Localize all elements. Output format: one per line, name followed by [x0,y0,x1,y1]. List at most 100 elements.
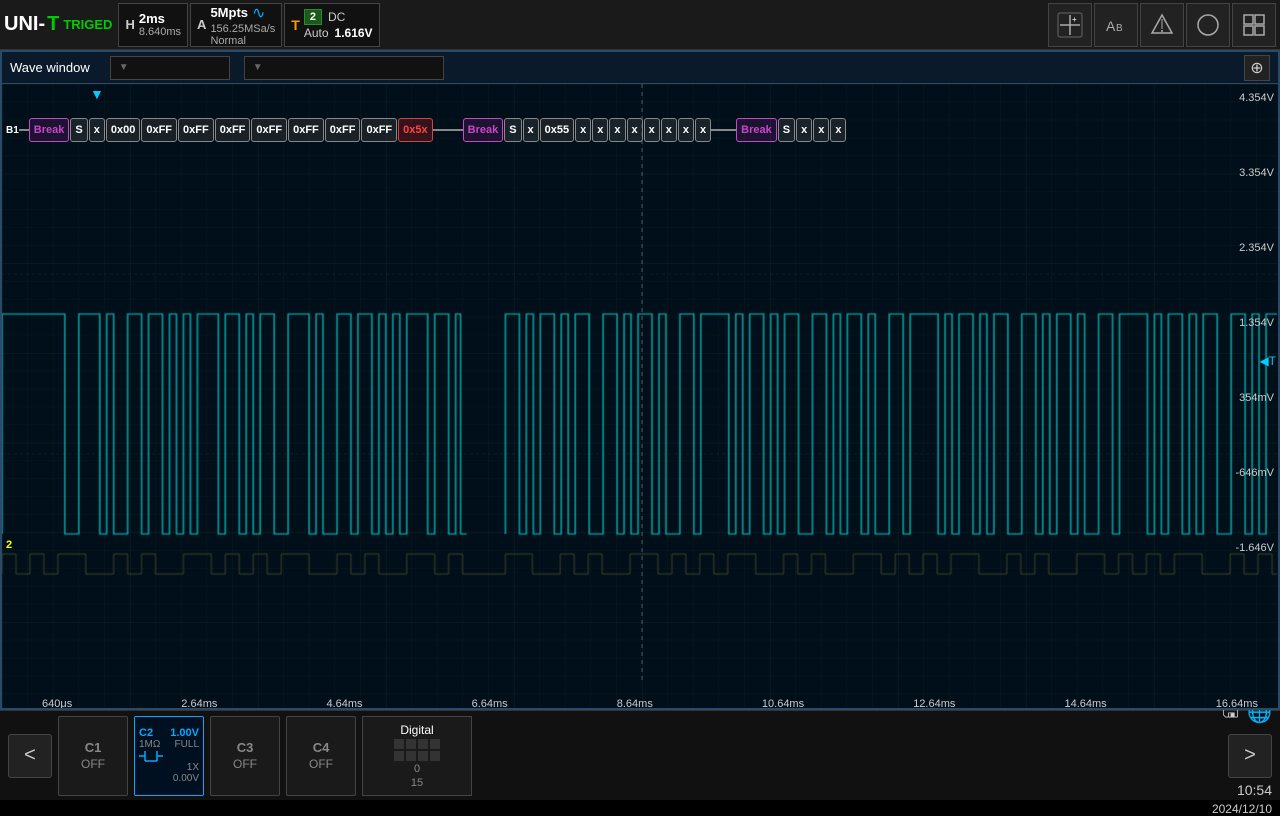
h-time: 2ms [139,11,181,26]
digital-sub: 15 [411,777,423,789]
time-labels: 640μs 2.64ms 4.64ms 6.64ms 8.64ms 10.64m… [42,698,1258,710]
svg-text:+: + [1072,15,1077,24]
channel-bar: < C1 OFF C2 1.00V 1MΩ FULL 1X 0.00V C3 O… [0,710,1280,800]
pkt-x-12: x [813,118,829,142]
pkt-0x00: 0x00 [106,118,140,142]
digital-cell-1 [394,739,404,749]
pkt-s-2: S [504,118,521,142]
ch1-button[interactable]: C1 OFF [58,716,128,796]
volt-neg646mv: -646mV [1235,467,1274,479]
svg-text:A: A [1106,18,1116,34]
pkt-break-3: Break [736,118,777,142]
a-rate2: 156.25MSa/s [210,23,275,35]
pkt-0x55: 0x55 [540,118,574,142]
ch1-status: OFF [81,757,105,771]
timebase-section[interactable]: H 2ms 8.640ms [118,3,188,47]
pkt-x-1: x [89,118,105,142]
volt-1354: 1.354V [1235,317,1274,329]
pkt-0xff-3: 0xFF [215,118,251,142]
wave-dropdown-1[interactable]: ▼ [110,56,230,80]
time-1664ms: 16.64ms [1216,698,1258,710]
grid-svg [2,84,1278,710]
grid-area: ▼ B1 Break S x 0x00 0xFF 0xFF 0xFF 0xFF … [2,84,1278,710]
pkt-0xff-2: 0xFF [178,118,214,142]
brand-uni: UNI- [4,13,45,36]
pkt-break-2: Break [463,118,504,142]
trigger-marker-top: ▼ [90,86,104,102]
cursor-icon-btn[interactable]: + [1048,3,1092,47]
pkt-x-13: x [830,118,846,142]
a-rate1: 5Mpts [210,5,248,20]
math-icon-btn[interactable] [1140,3,1184,47]
ch3-status: OFF [233,757,257,771]
wave-dropdown-2[interactable]: ▼ [244,56,444,80]
pkt-s-3: S [778,118,795,142]
time-464ms: 4.64ms [326,698,362,710]
ch2-val4: 1X [187,762,199,773]
pkt-x-4: x [592,118,608,142]
trigger-section[interactable]: T 2 DC Auto 1.616V [284,3,379,47]
prev-btn[interactable]: < [8,734,52,778]
decode-row: B1 Break S x 0x00 0xFF 0xFF 0xFF 0xFF 0x… [2,114,1278,146]
a-label: A [197,17,206,32]
time-1464ms: 14.64ms [1064,698,1106,710]
waveform-ch1 [2,84,1278,710]
ch4-label: C4 [313,740,330,755]
t-coupling: DC [328,10,345,24]
layout-icon-btn[interactable] [1232,3,1276,47]
time-1264ms: 12.64ms [913,698,955,710]
wave-header-controls: ▼ ▼ [110,56,444,80]
pkt-x-6: x [627,118,643,142]
toolbar-icons: + AB [1048,3,1276,47]
t-ch: 2 [304,9,322,25]
ch2-val1: 1.00V [170,727,199,739]
acq-section[interactable]: A 5Mpts ∿ 156.25MSa/s Normal [190,3,282,47]
time-1064ms: 10.64ms [762,698,804,710]
brand-t: T [47,13,59,36]
digital-cell-3 [418,739,428,749]
next-btn[interactable]: > [1228,734,1272,778]
svg-text:B: B [1116,23,1123,34]
t-mode: Auto [304,26,329,40]
wave-title: Wave window [10,60,90,75]
ch2-marker: 2 [6,539,12,551]
pkt-0xff-4: 0xFF [251,118,287,142]
ch2-button[interactable]: C2 1.00V 1MΩ FULL 1X 0.00V [134,716,204,796]
pkt-s-1: S [70,118,87,142]
digital-count: 0 [414,763,420,775]
pkt-0xff-6: 0xFF [325,118,361,142]
pkt-x-8: x [661,118,677,142]
ch4-button[interactable]: C4 OFF [286,716,356,796]
digital-cell-5 [394,751,404,761]
pkt-break-1: Break [29,118,70,142]
digital-section[interactable]: Digital 0 15 [362,716,472,796]
time-264ms: 2.64ms [181,698,217,710]
digital-cell-8 [430,751,440,761]
pkt-x-2: x [523,118,539,142]
wave-header: Wave window ▼ ▼ ⊕ [2,52,1278,84]
ref-icon-btn[interactable] [1186,3,1230,47]
pkt-x-11: x [796,118,812,142]
zoom-btn[interactable]: ⊕ [1244,55,1270,81]
digital-label: Digital [400,723,433,737]
pkt-0xff-7: 0xFF [361,118,397,142]
h-label: H [125,17,134,32]
decode-group-2: Break S x 0x55 x x x x x x x x [463,118,712,142]
decode-group-3: Break S x x x [736,118,846,142]
measure-icon-btn[interactable]: AB [1094,3,1138,47]
b1-label: B1 [6,125,19,136]
ch3-button[interactable]: C3 OFF [210,716,280,796]
digital-cell-7 [418,751,428,761]
h-offset: 8.640ms [139,26,181,38]
brand: UNI- T TRIGED [4,13,112,36]
pkt-x-9: x [678,118,694,142]
digital-cell-6 [406,751,416,761]
digital-grid [394,739,440,761]
volt-neg1646: -1.646V [1235,542,1274,554]
volt-4354: 4.354V [1235,92,1274,104]
pkt-x-7: x [644,118,660,142]
ch2-val3: FULL [175,739,199,750]
ch2-label: C2 [139,727,153,739]
digital-cell-2 [406,739,416,749]
volt-2354: 2.354V [1235,242,1274,254]
